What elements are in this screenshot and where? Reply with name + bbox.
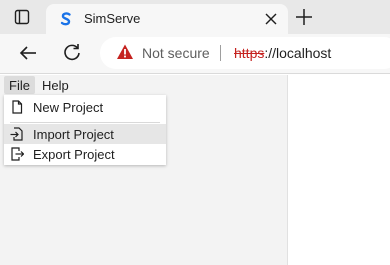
tab-actions-icon	[14, 9, 30, 25]
import-icon	[10, 127, 23, 141]
menu-item-label: Export Project	[33, 147, 115, 162]
menu-bar: File Help	[0, 75, 288, 95]
tab-title: SimServe	[84, 11, 141, 26]
menu-help[interactable]: Help	[37, 76, 74, 94]
warning-triangle-icon[interactable]	[116, 43, 134, 61]
export-icon	[11, 147, 24, 161]
file-menu-dropdown: New Project Import Project Export Projec…	[4, 95, 166, 165]
browser-tab-strip: SimServe	[0, 0, 390, 34]
sidebar-panel: File Help New Project Import Project Exp…	[0, 75, 288, 265]
new-tab-icon[interactable]	[294, 7, 314, 27]
omnibox-divider	[220, 45, 221, 61]
reload-icon[interactable]	[62, 42, 82, 62]
url-scheme: https	[234, 45, 265, 61]
menu-item-label: New Project	[33, 100, 104, 115]
url-text[interactable]: https://localhost	[234, 45, 331, 61]
menu-item-label: Import Project	[33, 127, 114, 142]
tab-actions-button[interactable]	[8, 7, 36, 27]
url-host: ://localhost	[264, 45, 332, 61]
close-tab-icon[interactable]	[264, 12, 278, 26]
security-status-label[interactable]: Not secure	[142, 45, 210, 61]
back-arrow-icon[interactable]	[18, 43, 38, 63]
browser-toolbar: Not secure https://localhost	[0, 34, 390, 74]
menu-divider	[10, 122, 160, 123]
browser-tab[interactable]: SimServe	[46, 4, 288, 34]
simserve-favicon-icon	[60, 12, 71, 26]
menu-item-import-project[interactable]: Import Project	[4, 124, 166, 144]
address-bar[interactable]: Not secure https://localhost	[100, 37, 390, 69]
menu-item-export-project[interactable]: Export Project	[4, 144, 166, 164]
menu-item-new-project[interactable]: New Project	[4, 97, 166, 117]
app-content: File Help New Project Import Project Exp…	[0, 75, 390, 265]
new-file-icon	[12, 100, 23, 114]
menu-file[interactable]: File	[4, 76, 35, 94]
